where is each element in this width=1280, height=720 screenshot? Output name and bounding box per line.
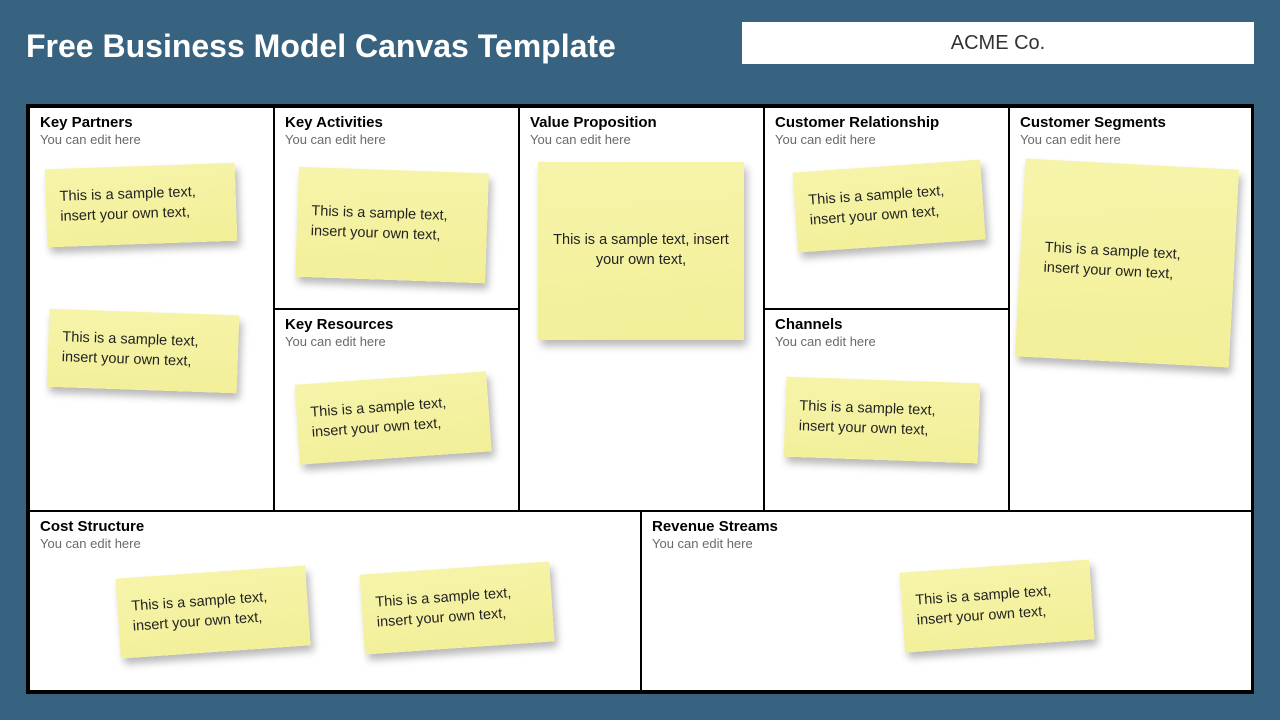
sticky-note[interactable]: This is a sample text, insert your own t…	[1015, 159, 1239, 368]
sticky-note[interactable]: This is a sample text, insert your own t…	[538, 162, 744, 340]
section-title: Revenue Streams	[652, 518, 1242, 535]
section-subtitle: You can edit here	[285, 334, 508, 349]
section-title: Cost Structure	[40, 518, 630, 535]
section-title: Key Partners	[40, 114, 263, 131]
section-title: Key Activities	[285, 114, 508, 131]
sticky-note[interactable]: This is a sample text, insert your own t…	[784, 377, 981, 464]
section-key-partners[interactable]: Key Partners You can edit here This is a…	[29, 107, 274, 511]
sticky-note[interactable]: This is a sample text, insert your own t…	[359, 561, 554, 654]
section-channels[interactable]: Channels You can edit here This is a sam…	[764, 309, 1009, 511]
section-title: Customer Relationship	[775, 114, 998, 131]
sticky-note[interactable]: This is a sample text, insert your own t…	[115, 565, 310, 658]
section-subtitle: You can edit here	[530, 132, 753, 147]
section-subtitle: You can edit here	[40, 132, 263, 147]
section-customer-relationship[interactable]: Customer Relationship You can edit here …	[764, 107, 1009, 309]
section-key-activities[interactable]: Key Activities You can edit here This is…	[274, 107, 519, 309]
section-subtitle: You can edit here	[775, 132, 998, 147]
sticky-note[interactable]: This is a sample text, insert your own t…	[899, 559, 1094, 652]
section-subtitle: You can edit here	[1020, 132, 1242, 147]
company-name-box[interactable]: ACME Co.	[742, 22, 1254, 64]
sticky-note[interactable]: This is a sample text, insert your own t…	[47, 309, 240, 394]
section-cost-structure[interactable]: Cost Structure You can edit here This is…	[29, 511, 641, 691]
sticky-note[interactable]: This is a sample text, insert your own t…	[295, 167, 489, 284]
section-title: Customer Segments	[1020, 114, 1242, 131]
page-title: Free Business Model Canvas Template	[26, 28, 616, 65]
section-subtitle: You can edit here	[40, 536, 630, 551]
section-subtitle: You can edit here	[652, 536, 1242, 551]
section-subtitle: You can edit here	[285, 132, 508, 147]
sticky-note[interactable]: This is a sample text, insert your own t…	[45, 163, 238, 248]
section-key-resources[interactable]: Key Resources You can edit here This is …	[274, 309, 519, 511]
sticky-note[interactable]: This is a sample text, insert your own t…	[294, 371, 491, 464]
section-customer-segments[interactable]: Customer Segments You can edit here This…	[1009, 107, 1253, 511]
section-title: Value Proposition	[530, 114, 753, 131]
business-model-canvas: Key Partners You can edit here This is a…	[26, 104, 1254, 694]
sticky-note[interactable]: This is a sample text, insert your own t…	[792, 160, 985, 253]
section-title: Channels	[775, 316, 998, 333]
section-title: Key Resources	[285, 316, 508, 333]
section-value-proposition[interactable]: Value Proposition You can edit here This…	[519, 107, 764, 511]
section-revenue-streams[interactable]: Revenue Streams You can edit here This i…	[641, 511, 1253, 691]
section-subtitle: You can edit here	[775, 334, 998, 349]
